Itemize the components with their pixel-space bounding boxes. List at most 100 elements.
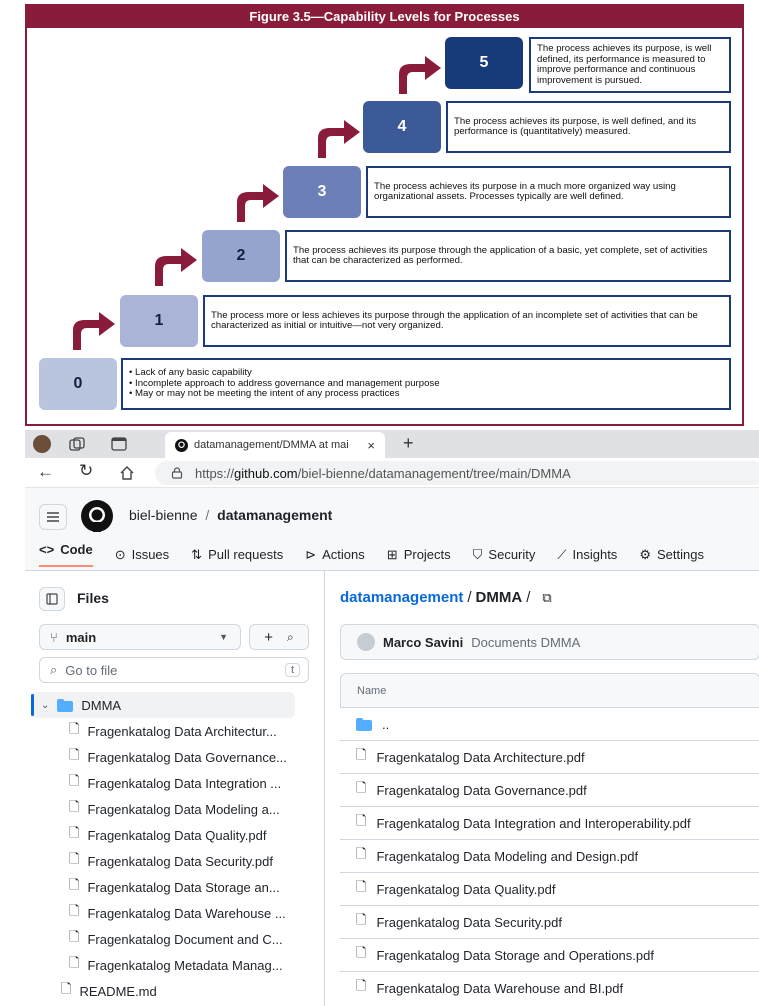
file-row[interactable]: 🗋 Fragenkatalog Data Security.pdf — [340, 905, 759, 938]
chevron-down-icon: ▼ — [219, 632, 228, 642]
file-row[interactable]: 🗋 Fragenkatalog Data Governance.pdf — [340, 773, 759, 806]
file-row[interactable]: 🗋 Fragenkatalog Data Storage and Operatio… — [340, 938, 759, 971]
tree-file-item[interactable]: 🗋 Fragenkatalog Data Architectur... — [69, 718, 277, 744]
lock-icon — [171, 467, 183, 479]
github-logo-icon[interactable] — [81, 500, 113, 532]
level-2-box: 2 — [202, 230, 280, 282]
go-to-file-input[interactable]: ⌕ Go to file t — [39, 657, 309, 683]
file-icon: 🗋 — [356, 846, 367, 861]
tree-file-item[interactable]: 🗋 Fragenkatalog Data Integration ... — [69, 770, 281, 796]
home-icon[interactable] — [119, 465, 135, 481]
file-icon: 🗋 — [356, 747, 367, 762]
repo-breadcrumb: biel-bienne / datamanagement — [129, 507, 332, 523]
file-icon: 🗋 — [69, 929, 80, 944]
active-indicator — [31, 694, 34, 716]
file-icon: 🗋 — [356, 945, 367, 960]
tab-actions[interactable]: ⊳ Actions — [305, 542, 365, 567]
file-icon: 🗋 — [356, 912, 367, 927]
file-icon: 🗋 — [356, 879, 367, 894]
repo-owner-link[interactable]: biel-bienne — [129, 507, 198, 523]
tree-file-label: Fragenkatalog Document and C... — [87, 931, 283, 947]
tab-issues[interactable]: ⊙ Issues — [115, 542, 169, 567]
new-tab-icon[interactable]: + — [403, 433, 414, 454]
file-name: Fragenkatalog Data Governance.pdf — [376, 782, 587, 798]
level-2-label: 2 — [236, 247, 246, 264]
curved-arrow-icon — [73, 312, 115, 350]
level-3-description: The process achieves its purpose in a mu… — [366, 166, 731, 218]
file-name: Fragenkatalog Data Security.pdf — [376, 914, 562, 930]
hamburger-icon — [47, 512, 59, 522]
breadcrumb: datamanagement / DMMA / ⧉ — [340, 589, 552, 606]
profile-avatar[interactable] — [33, 435, 51, 453]
tree-file-item[interactable]: 🗋 Fragenkatalog Metadata Manag... — [69, 952, 283, 978]
file-row[interactable]: 🗋 Fragenkatalog Data Modeling and Design.… — [340, 839, 759, 872]
tree-file-item[interactable]: 🗋 Fragenkatalog Data Warehouse ... — [69, 900, 286, 926]
commit-message[interactable]: Documents DMMA — [471, 635, 580, 650]
tree-file-item[interactable]: 🗋 Fragenkatalog Data Quality.pdf — [69, 822, 266, 848]
tab-code[interactable]: <> Code — [39, 542, 93, 567]
back-icon[interactable]: ← — [37, 462, 54, 482]
tab-projects-label: Projects — [403, 547, 451, 562]
tab-insights[interactable]: ⟋ Insights — [557, 542, 617, 567]
breadcrumb-repo-link[interactable]: datamanagement — [340, 589, 463, 606]
curved-arrow-icon — [237, 184, 279, 222]
search-icon: ⌕ — [50, 662, 58, 677]
level-4-text: The process achieves its purpose, is wel… — [454, 115, 697, 137]
level-0-bullet: • May or may not be meeting the intent o… — [129, 388, 400, 400]
level-3-text: The process achieves its purpose in a mu… — [374, 180, 676, 202]
file-row[interactable]: 🗋 Fragenkatalog Data Integration and Inte… — [340, 806, 759, 839]
file-row[interactable]: 🗋 Fragenkatalog Data Architecture.pdf — [340, 740, 759, 773]
file-icon: 🗋 — [356, 813, 367, 828]
tree-readme-item[interactable]: 🗋 README.md — [61, 978, 157, 1004]
file-row[interactable]: 🗋 Fragenkatalog Data Quality.pdf — [340, 872, 759, 905]
commit-author[interactable]: Marco Savini — [383, 635, 463, 650]
tree-file-label: Fragenkatalog Data Warehouse ... — [87, 905, 286, 921]
branch-select[interactable]: ⑂ main ▼ — [39, 624, 241, 650]
tab-security-label: Security — [488, 547, 536, 562]
level-5-label: 5 — [479, 54, 489, 71]
tree-readme-label: README.md — [79, 983, 157, 999]
copy-path-icon[interactable]: ⧉ — [542, 590, 551, 606]
close-tab-icon[interactable]: × — [367, 438, 375, 453]
curved-arrow-icon — [155, 248, 197, 286]
tree-file-item[interactable]: 🗋 Fragenkatalog Data Governance... — [69, 744, 287, 770]
workspaces-icon[interactable] — [69, 437, 85, 451]
level-3-label: 3 — [317, 183, 327, 200]
shield-icon: ⛉ — [472, 546, 483, 562]
parent-dir-row[interactable]: .. — [340, 707, 759, 740]
url-path: /biel-bienne/datamanagement/tree/main/DM… — [297, 465, 571, 481]
tree-file-item[interactable]: 🗋 Fragenkatalog Data Security.pdf — [69, 848, 273, 874]
issues-icon: ⊙ — [114, 546, 126, 562]
file-row[interactable]: 🗋 Fragenkatalog Data Warehouse and BI.pdf — [340, 971, 759, 1004]
pull-request-icon: ⇅ — [191, 546, 203, 562]
add-file-icon[interactable]: + — [264, 629, 273, 646]
add-search-group: + ⌕ — [249, 624, 309, 650]
tree-file-item[interactable]: 🗋 Fragenkatalog Document and C... — [69, 926, 283, 952]
file-name: Fragenkatalog Data Modeling and Design.p… — [376, 848, 639, 864]
graph-icon: ⟋ — [557, 546, 567, 562]
tab-actions-icon[interactable] — [111, 437, 127, 451]
level-3-box: 3 — [283, 166, 361, 218]
tree-file-item[interactable]: 🗋 Fragenkatalog Data Modeling a... — [69, 796, 280, 822]
url-domain: github.com — [234, 465, 298, 481]
menu-button[interactable] — [39, 504, 67, 530]
url-field[interactable]: https://github.com/biel-bienne/datamanag… — [155, 461, 759, 485]
tab-security[interactable]: ⛉ Security — [473, 542, 536, 567]
level-0-box: 0 — [39, 358, 117, 410]
curved-arrow-icon — [318, 120, 360, 158]
search-icon[interactable]: ⌕ — [287, 630, 294, 645]
tab-projects[interactable]: ⊞ Projects — [387, 542, 451, 567]
tree-file-item[interactable]: 🗋 Fragenkatalog Data Storage an... — [69, 874, 280, 900]
reload-icon[interactable]: ↻ — [79, 461, 93, 481]
tab-settings[interactable]: ⚙ Settings — [639, 542, 704, 567]
projects-icon: ⊞ — [386, 546, 398, 562]
tree-folder-row[interactable]: ⌄ DMMA — [41, 692, 121, 718]
commit-author-avatar[interactable] — [357, 633, 375, 651]
collapse-sidebar-button[interactable] — [39, 587, 65, 611]
file-table-header: Name — [340, 673, 759, 707]
repo-name-link[interactable]: datamanagement — [217, 507, 332, 523]
go-to-file-placeholder: Go to file — [65, 662, 118, 678]
tab-datamanagement[interactable]: datamanagement/DMMA at mai × — [165, 432, 385, 458]
tab-pull-requests[interactable]: ⇅ Pull requests — [191, 542, 283, 567]
actions-icon: ⊳ — [305, 546, 317, 562]
